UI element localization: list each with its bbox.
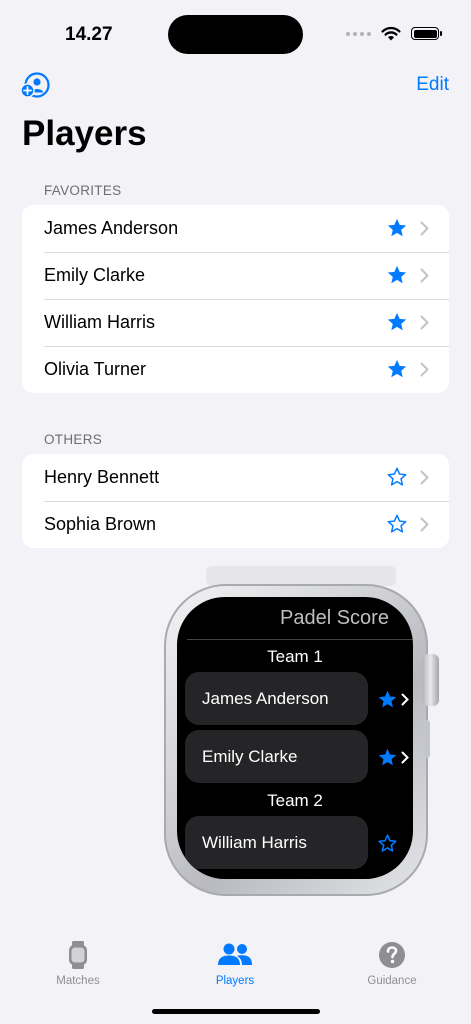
watch-app-title: Padel Score	[280, 607, 389, 629]
chevron-right-icon	[401, 693, 409, 706]
chevron-right-icon	[420, 470, 429, 485]
player-name: William Harris	[44, 312, 155, 332]
watch-digital-crown	[422, 654, 439, 706]
player-row[interactable]: Olivia Turner	[22, 346, 449, 393]
others-list: Henry Bennett Sophia Brown	[22, 454, 449, 548]
watch-player-name: William Harris	[202, 833, 307, 852]
watch-divider	[187, 639, 413, 640]
page-title: Players	[22, 114, 147, 153]
chevron-right-icon	[420, 315, 429, 330]
player-row[interactable]: Sophia Brown	[22, 501, 449, 548]
watch-icon	[69, 941, 87, 969]
watch-team1-label: Team 1	[267, 647, 323, 666]
player-row[interactable]: Henry Bennett	[22, 454, 449, 501]
tab-label: Guidance	[367, 975, 417, 987]
favorites-list: James Anderson Emily Clarke William Harr…	[22, 205, 449, 393]
question-circle-icon	[379, 942, 405, 968]
chevron-right-icon	[420, 517, 429, 532]
status-time: 14.27	[65, 24, 113, 45]
tab-players[interactable]: Players	[175, 940, 295, 987]
cellular-signal-icon	[346, 31, 371, 36]
tab-guidance[interactable]: Guidance	[332, 940, 452, 987]
watch-side-button	[424, 720, 430, 758]
chevron-right-icon	[420, 268, 429, 283]
watch-player-name: Emily Clarke	[202, 747, 298, 766]
wifi-icon	[381, 26, 401, 41]
star-filled-icon[interactable]	[386, 358, 408, 380]
chevron-right-icon	[401, 751, 409, 764]
edit-button[interactable]: Edit	[416, 74, 449, 96]
watch-player-card[interactable]: William Harris	[185, 816, 368, 869]
star-filled-icon[interactable]	[377, 747, 398, 768]
tab-label: Matches	[56, 975, 100, 987]
add-player-icon[interactable]	[20, 72, 50, 98]
watch-player-name: James Anderson	[202, 689, 329, 708]
star-filled-icon[interactable]	[386, 217, 408, 239]
player-name: Sophia Brown	[44, 514, 157, 534]
player-name: James Anderson	[44, 218, 179, 238]
tab-label: Players	[215, 975, 255, 987]
chevron-right-icon	[420, 362, 429, 377]
watch-screen: Padel Score Team 1 James Anderson Emily …	[177, 597, 413, 879]
favorites-section-header: FAVORITES	[44, 183, 122, 198]
player-row[interactable]: William Harris	[22, 299, 449, 346]
player-name: Henry Bennett	[44, 467, 160, 487]
watch-team2-label: Team 2	[267, 791, 323, 810]
others-section-header: OTHERS	[44, 432, 103, 447]
watch-player-card[interactable]: James Anderson	[185, 672, 368, 725]
people-icon	[218, 943, 252, 965]
player-row[interactable]: Emily Clarke	[22, 252, 449, 299]
star-outline-icon[interactable]	[377, 833, 398, 854]
status-icons	[346, 26, 442, 41]
star-filled-icon[interactable]	[386, 264, 408, 286]
player-name: Emily Clarke	[44, 265, 146, 285]
watch-band	[206, 566, 396, 586]
star-filled-icon[interactable]	[386, 311, 408, 333]
dynamic-island	[168, 15, 303, 54]
home-indicator	[152, 1009, 320, 1014]
chevron-right-icon	[420, 221, 429, 236]
star-outline-icon[interactable]	[386, 513, 408, 535]
star-outline-icon[interactable]	[386, 466, 408, 488]
star-filled-icon[interactable]	[377, 689, 398, 710]
player-row[interactable]: James Anderson	[22, 205, 449, 252]
tab-matches[interactable]: Matches	[18, 940, 138, 987]
watch-player-card[interactable]: Emily Clarke	[185, 730, 368, 783]
battery-icon	[411, 27, 442, 40]
player-name: Olivia Turner	[44, 359, 147, 379]
